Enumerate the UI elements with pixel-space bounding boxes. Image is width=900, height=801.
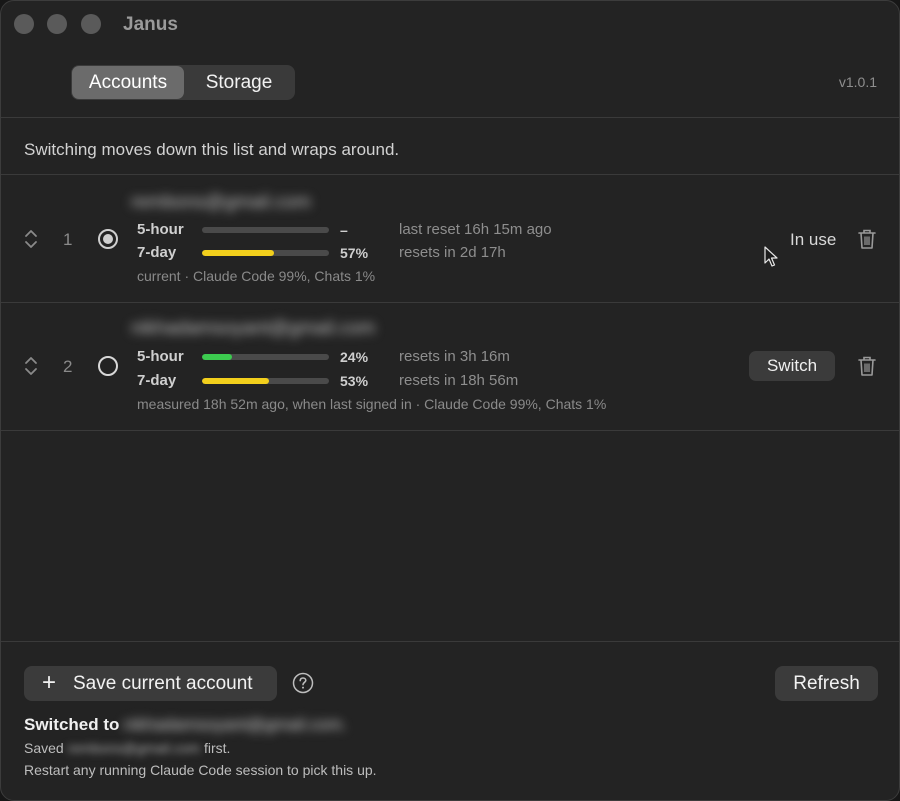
account-subtitle: measured 18h 52m ago, when last signed i… [137, 396, 607, 412]
five-hour-usage-bar [202, 354, 329, 360]
trash-icon[interactable] [857, 228, 877, 250]
seven-day-reset: resets in 2d 17h [399, 244, 506, 261]
five-hour-percent: – [340, 222, 348, 238]
account-index: 2 [63, 357, 73, 376]
account-email: rembons@gmail.com [131, 192, 311, 213]
account-row: 1 rembons@gmail.com 5-hour – last reset … [1, 175, 899, 303]
five-hour-usage-fill [202, 354, 233, 360]
account-radio[interactable] [98, 356, 118, 376]
refresh-button[interactable]: Refresh [775, 666, 878, 701]
save-button-label: Save current account [73, 673, 253, 694]
chevron-up-down-icon[interactable] [23, 228, 39, 250]
trash-icon[interactable] [857, 355, 877, 377]
tab-accounts[interactable]: Accounts [72, 66, 184, 99]
seven-day-label: 7-day [137, 372, 177, 389]
app-window: Janus Accounts Storage v1.0.1 Switching … [0, 0, 900, 801]
chevron-up-down-icon[interactable] [23, 355, 39, 377]
five-hour-label: 5-hour [137, 348, 184, 365]
seven-day-reset: resets in 18h 56m [399, 372, 519, 389]
divider [1, 117, 899, 118]
list-hint: Switching moves down this list and wraps… [24, 140, 400, 159]
seven-day-usage-bar [202, 250, 329, 256]
seven-day-percent: 53% [340, 373, 369, 389]
status-switched-prefix: Switched to [24, 715, 120, 734]
account-email: nikhadamsoyant@gmail.com [131, 318, 376, 339]
divider [1, 430, 899, 431]
question-circle-icon[interactable] [292, 672, 314, 694]
seven-day-usage-fill [202, 250, 275, 256]
five-hour-percent: 24% [340, 349, 369, 365]
window-title: Janus [123, 14, 178, 35]
status-saved-prefix: Saved [24, 740, 64, 756]
divider [1, 641, 899, 642]
account-radio[interactable] [98, 229, 118, 249]
tab-storage[interactable]: Storage [184, 66, 294, 99]
status-switched: Switched to nikhadamsoyant@gmail.com. [24, 715, 347, 735]
status-restart-hint: Restart any running Claude Code session … [24, 762, 377, 778]
five-hour-label: 5-hour [137, 221, 184, 238]
account-index: 1 [63, 230, 73, 249]
title-bar: Janus [1, 1, 899, 49]
minimize-window-button[interactable] [47, 14, 67, 34]
switch-button[interactable]: Switch [749, 351, 835, 381]
status-switched-email: nikhadamsoyant@gmail.com. [123, 715, 347, 734]
seven-day-label: 7-day [137, 244, 177, 261]
seven-day-percent: 57% [340, 245, 369, 261]
mouse-pointer-icon [764, 246, 778, 267]
status-saved-suffix: first. [203, 740, 231, 756]
five-hour-usage-bar [202, 227, 329, 233]
seven-day-usage-fill [202, 378, 270, 384]
save-current-account-button[interactable]: + Save current account [24, 666, 277, 701]
view-tabs: Accounts Storage [71, 65, 295, 100]
account-subtitle: current · Claude Code 99%, Chats 1% [137, 268, 376, 284]
seven-day-usage-bar [202, 378, 329, 384]
in-use-label: In use [790, 230, 837, 249]
maximize-window-button[interactable] [81, 14, 101, 34]
status-saved: Saved rembons@gmail.com first. [24, 740, 230, 756]
plus-icon: + [42, 669, 57, 696]
five-hour-reset: resets in 3h 16m [399, 348, 510, 365]
status-saved-email: rembons@gmail.com [67, 740, 201, 756]
version-label: v1.0.1 [838, 74, 877, 90]
account-row: 2 nikhadamsoyant@gmail.com 5-hour 24% re… [1, 303, 899, 431]
five-hour-reset: last reset 16h 15m ago [399, 221, 552, 238]
close-window-button[interactable] [14, 14, 34, 34]
